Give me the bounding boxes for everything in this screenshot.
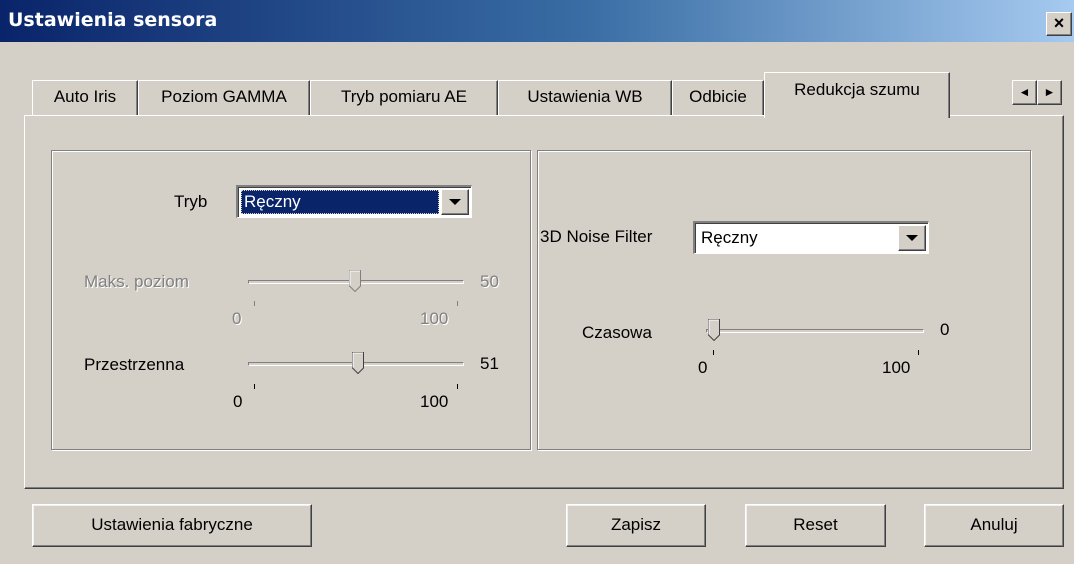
tab-panel-noise-reduction: Tryb Ręczny Maks. poziom 50 0 100 Przest… [24, 115, 1064, 489]
tab-scroll-right-button[interactable]: ► [1037, 80, 1062, 105]
mode-select-value: Ręczny [241, 190, 439, 214]
temporal-slider-thumb[interactable] [708, 319, 720, 341]
temporal-tick-min [713, 350, 714, 355]
temporal-value: 0 [940, 320, 950, 339]
spatial-slider-thumb[interactable] [352, 352, 364, 374]
tab-auto-iris[interactable]: Auto Iris [32, 80, 138, 116]
3d-noise-filter-select[interactable]: Ręczny [693, 221, 929, 254]
mode-label: Tryb [174, 192, 208, 211]
tab-label: Tryb pomiaru AE [341, 87, 467, 106]
tab-label: Auto Iris [53, 87, 117, 106]
tab-ae-metering[interactable]: Tryb pomiaru AE [310, 80, 498, 116]
close-icon: × [1053, 13, 1065, 33]
arrow-left-icon: ◄ [1018, 85, 1031, 99]
reset-button[interactable]: Reset [745, 504, 886, 547]
spatial-label: Przestrzenna [84, 355, 185, 374]
3d-noise-filter-select-value: Ręczny [701, 228, 758, 247]
tab-label: Odbicie [689, 87, 747, 106]
factory-settings-button[interactable]: Ustawienia fabryczne [32, 504, 312, 547]
max-level-slider-thumb[interactable] [349, 270, 361, 292]
spatial-value: 51 [480, 354, 499, 373]
chevron-down-icon[interactable] [441, 189, 469, 215]
save-label: Zapisz [610, 515, 662, 534]
temporal-slider-track[interactable] [706, 329, 924, 333]
noise-reduction-group: Tryb Ręczny Maks. poziom 50 0 100 Przest… [51, 150, 531, 450]
max-level-tick-min [254, 301, 255, 306]
factory-settings-label: Ustawienia fabryczne [91, 515, 253, 534]
window-title: Ustawienia sensora [8, 9, 218, 31]
max-level-min-label: 0 [232, 309, 242, 328]
temporal-max-label: 100 [882, 358, 911, 377]
3d-noise-filter-group: 3D Noise Filter Ręczny Czasowa 0 0 100 [537, 150, 1031, 450]
max-level-label: Maks. poziom [84, 272, 189, 291]
spatial-tick-max [457, 384, 458, 389]
chevron-down-icon[interactable] [898, 225, 926, 251]
tab-label: Poziom GAMMA [161, 87, 287, 106]
tab-noise-reduction[interactable]: Redukcja szumu [764, 72, 950, 118]
save-button[interactable]: Zapisz [566, 504, 706, 547]
spatial-tick-min [254, 384, 255, 389]
cancel-button[interactable]: Anuluj [924, 504, 1064, 547]
tab-label: Ustawienia WB [527, 87, 643, 106]
mode-select[interactable]: Ręczny [236, 185, 472, 218]
cancel-label: Anuluj [970, 515, 1018, 534]
temporal-label: Czasowa [582, 323, 652, 342]
reset-label: Reset [793, 515, 838, 534]
title-bar: Ustawienia sensora × [0, 0, 1074, 42]
tab-strip: Auto Iris Poziom GAMMA Tryb pomiaru AE U… [0, 72, 1074, 118]
spatial-min-label: 0 [233, 392, 243, 411]
tab-label: Redukcja szumu [794, 80, 920, 99]
tab-wb-settings[interactable]: Ustawienia WB [498, 80, 672, 116]
max-level-value: 50 [480, 272, 499, 291]
max-level-max-label: 100 [420, 309, 449, 328]
arrow-right-icon: ► [1043, 85, 1056, 99]
close-button[interactable]: × [1046, 12, 1072, 36]
tab-scroll-left-button[interactable]: ◄ [1012, 80, 1037, 105]
tab-mirror[interactable]: Odbicie [672, 80, 764, 116]
temporal-tick-max [918, 350, 919, 355]
temporal-min-label: 0 [698, 358, 708, 377]
max-level-tick-max [457, 301, 458, 306]
3d-noise-filter-label: 3D Noise Filter [540, 227, 653, 246]
tab-gamma-level[interactable]: Poziom GAMMA [138, 80, 310, 116]
spatial-max-label: 100 [420, 392, 449, 411]
